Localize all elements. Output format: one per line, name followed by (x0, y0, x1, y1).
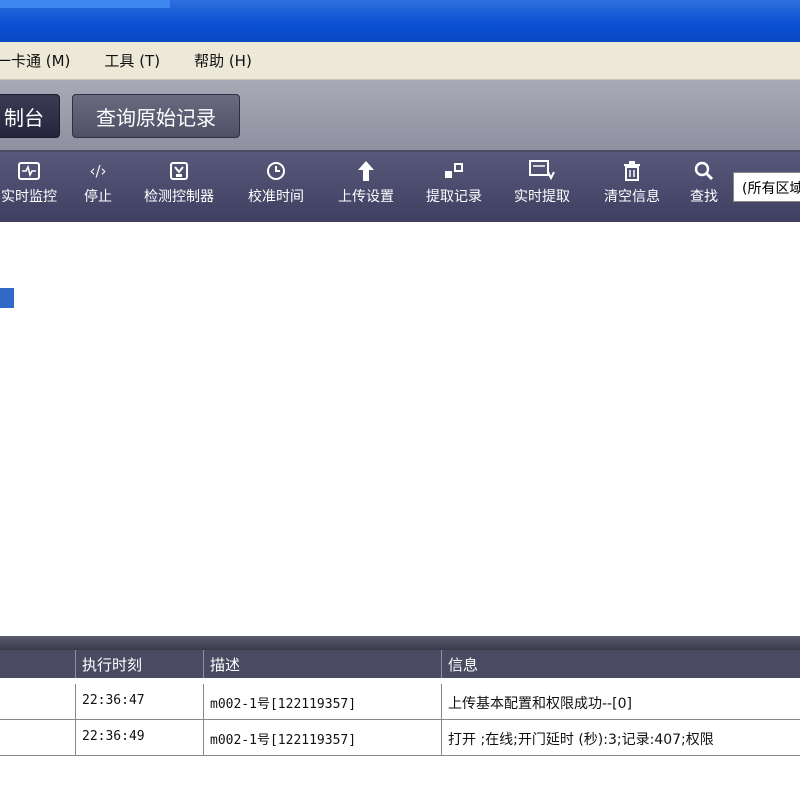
extract-records-label: 提取记录 (426, 189, 482, 205)
trash-icon (619, 158, 645, 184)
col-info-header[interactable]: 信息 (442, 650, 800, 678)
extract-records-button[interactable]: 提取记录 (416, 158, 492, 216)
selected-tree-node[interactable] (0, 288, 14, 308)
menu-card[interactable]: 一卡通 (M) (0, 50, 70, 71)
monitor-wave-icon (16, 158, 42, 184)
clear-info-label: 清空信息 (604, 189, 660, 205)
log-grid-header: 执行时刻 描述 信息 (0, 650, 800, 678)
row-index (0, 720, 76, 756)
realtime-extract-label: 实时提取 (514, 189, 570, 205)
tab-strip: 制台 查询原始记录 (0, 80, 800, 152)
search-button[interactable]: 查找 (682, 158, 726, 216)
row-desc: m002-1号[122119357] (204, 684, 442, 720)
col-index-header[interactable] (0, 650, 76, 678)
clear-info-button[interactable]: 清空信息 (594, 158, 670, 216)
clock-icon (263, 158, 289, 184)
row-desc: m002-1号[122119357] (204, 720, 442, 756)
check-controller-button[interactable]: 检测控制器 (132, 158, 226, 216)
row-info: 打开 ;在线;开门延时 (秒):3;记录:407;权限 (448, 732, 714, 748)
row-time: 22:36:47 (76, 684, 204, 720)
row-time: 22:36:49 (76, 720, 204, 756)
table-row[interactable]: 22:36:49 m002-1号[122119357] 打开 ;在线;开门延时 … (0, 720, 800, 756)
tab-query-raw-records[interactable]: 查询原始记录 (72, 94, 240, 138)
extract-records-icon (441, 158, 467, 184)
menu-bar: 一卡通 (M) 工具 (T) 帮助 (H) (0, 42, 800, 80)
stop-button[interactable]: ‹/› 停止 (76, 158, 120, 216)
realtime-extract-icon (529, 158, 555, 184)
toolbar: 实时监控 ‹/› 停止 检测控制器 校准时间 上传设置 提取记录 实时提取 清空… (0, 152, 800, 222)
col-time-header[interactable]: 执行时刻 (76, 650, 204, 678)
tab-console[interactable]: 制台 (0, 94, 60, 138)
search-icon (691, 158, 717, 184)
titlebar-highlight (0, 0, 170, 8)
calibrate-time-button[interactable]: 校准时间 (238, 158, 314, 216)
realtime-monitor-button[interactable]: 实时监控 (0, 158, 64, 216)
menu-tools[interactable]: 工具 (T) (104, 50, 160, 71)
stop-code-icon: ‹/› (89, 162, 107, 180)
realtime-monitor-label: 实时监控 (1, 189, 57, 205)
stop-label: 停止 (84, 189, 112, 205)
upload-settings-label: 上传设置 (338, 189, 394, 205)
window-titlebar (0, 0, 800, 42)
controller-check-icon (166, 158, 192, 184)
log-grid: 执行时刻 描述 信息 22:36:47 m002-1号[122119357] 上… (0, 650, 800, 800)
realtime-extract-button[interactable]: 实时提取 (504, 158, 580, 216)
check-controller-label: 检测控制器 (144, 189, 214, 205)
area-select[interactable]: (所有区域) (733, 172, 800, 202)
row-info: 上传基本配置和权限成功--[0] (448, 696, 632, 712)
col-desc-header[interactable]: 描述 (204, 650, 442, 678)
upload-arrow-icon (353, 158, 379, 184)
calibrate-time-label: 校准时间 (248, 189, 304, 205)
upload-settings-button[interactable]: 上传设置 (328, 158, 404, 216)
search-label: 查找 (690, 189, 718, 205)
menu-help[interactable]: 帮助 (H) (194, 50, 252, 71)
row-index (0, 684, 76, 720)
table-row[interactable]: 22:36:47 m002-1号[122119357] 上传基本配置和权限成功-… (0, 684, 800, 720)
device-tree-panel (0, 222, 800, 638)
panel-splitter[interactable] (0, 636, 800, 650)
